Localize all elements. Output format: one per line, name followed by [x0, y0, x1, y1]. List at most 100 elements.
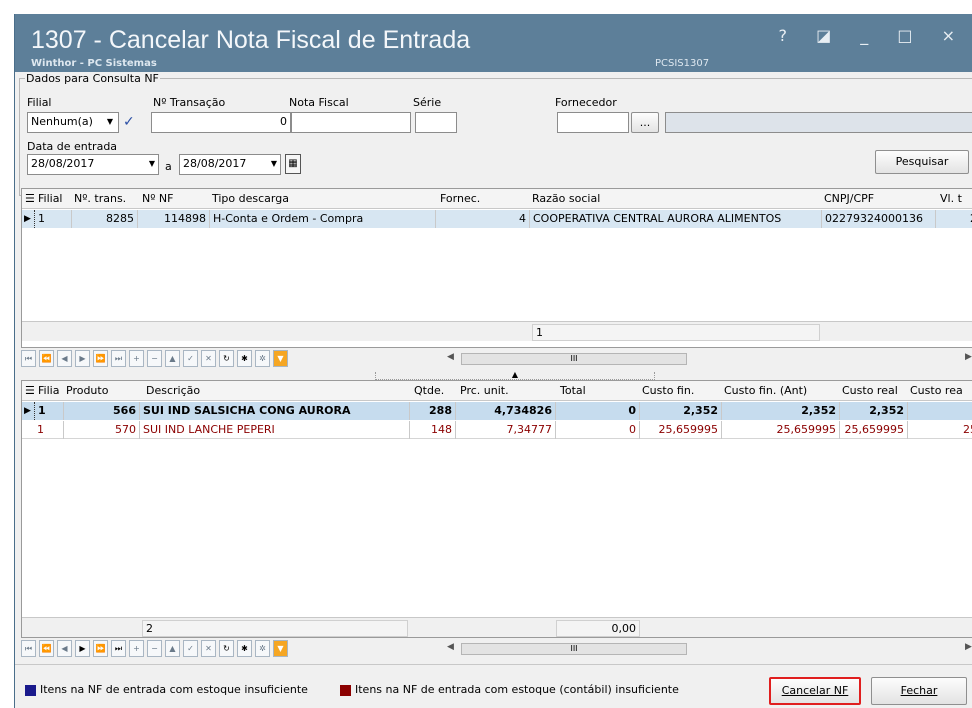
fornecedor-browse-button[interactable]: ...	[631, 112, 659, 133]
col-num-trans[interactable]: Nº. trans.	[74, 192, 126, 205]
col-filial[interactable]: Filial	[38, 192, 63, 205]
remove-icon[interactable]: −	[147, 350, 162, 367]
col-razao-social[interactable]: Razão social	[532, 192, 600, 205]
refresh-icon[interactable]: ↻	[219, 350, 234, 367]
column-chooser-icon[interactable]: ☰	[25, 192, 35, 205]
cell-custo-real[interactable]: 25,659995	[840, 421, 908, 439]
col-tipo-descarga[interactable]: Tipo descarga	[212, 192, 289, 205]
window-controls[interactable]: ? ◪ _ □ ×	[779, 26, 967, 45]
cell-custo-fin[interactable]: 2,352	[640, 402, 722, 420]
cell-prc-unit[interactable]: 7,34777	[456, 421, 556, 439]
cell-custo-real-2[interactable]: 25	[908, 421, 972, 439]
col-custo-fin-ant[interactable]: Custo fin. (Ant)	[724, 384, 807, 397]
cell-produto[interactable]: 566	[64, 402, 140, 420]
cell-total[interactable]: 0	[556, 421, 640, 439]
last-record-icon[interactable]: ⏭	[111, 350, 126, 367]
col-num-nf[interactable]: Nº NF	[142, 192, 173, 205]
cell-prc-unit[interactable]: 4,734826	[456, 402, 556, 420]
first-record-icon[interactable]: ⏮	[21, 350, 36, 367]
serie-input[interactable]	[415, 112, 457, 133]
table-row[interactable]: 1 570 SUI IND LANCHE PEPERI 148 7,34777 …	[22, 421, 972, 439]
cell-custo-fin-ant[interactable]: 2,352	[722, 402, 840, 420]
cell-custo-fin-ant[interactable]: 25,659995	[722, 421, 840, 439]
last-record-icon[interactable]: ⏭	[111, 640, 126, 657]
cell-num-trans[interactable]: 8285	[72, 210, 138, 228]
check-icon[interactable]: ✓	[123, 114, 135, 130]
col-qtde[interactable]: Qtde.	[414, 384, 444, 397]
col-prc-unit[interactable]: Prc. unit.	[460, 384, 509, 397]
col-filial[interactable]: Filia	[38, 384, 59, 397]
cell-descricao[interactable]: SUI IND LANCHE PEPERI	[140, 421, 410, 439]
funnel-icon[interactable]: ▼	[273, 640, 288, 657]
cell-custo-real[interactable]: 2,352	[840, 402, 908, 420]
scroll-left-icon[interactable]: ◀	[447, 352, 454, 362]
scroll-left-icon[interactable]: ◀	[447, 642, 454, 652]
next-record-icon[interactable]: ▶	[75, 640, 90, 657]
col-cnpj[interactable]: CNPJ/CPF	[824, 192, 874, 205]
itens-hscroll[interactable]: ◀ III ▶	[447, 640, 972, 658]
column-chooser-icon[interactable]: ☰	[25, 384, 35, 397]
scroll-thumb[interactable]: III	[461, 643, 687, 655]
fornecedor-code-input[interactable]	[557, 112, 629, 133]
cell-qtde[interactable]: 148	[410, 421, 456, 439]
chevron-down-icon[interactable]: ▼	[103, 113, 117, 131]
col-total[interactable]: Total	[560, 384, 586, 397]
scroll-thumb[interactable]: III	[461, 353, 687, 365]
cell-tipo-descarga[interactable]: H-Conta e Ordem - Compra	[210, 210, 436, 228]
cell-total[interactable]: 0	[556, 402, 640, 420]
cell-valor[interactable]: 2	[936, 210, 972, 228]
funnel-icon[interactable]: ▼	[273, 350, 288, 367]
data-inicio-input[interactable]: 28/08/2017	[27, 154, 159, 175]
col-custo-fin[interactable]: Custo fin.	[642, 384, 694, 397]
cell-cnpj[interactable]: 02279324000136	[822, 210, 936, 228]
cell-descricao[interactable]: SUI IND SALSICHA CONG AURORA	[140, 402, 410, 420]
col-valor[interactable]: Vl. t	[940, 192, 962, 205]
col-custo-real[interactable]: Custo real	[842, 384, 898, 397]
cell-custo-real-2[interactable]	[908, 402, 972, 420]
col-descricao[interactable]: Descrição	[146, 384, 200, 397]
col-fornec[interactable]: Fornec.	[440, 192, 480, 205]
filter-icon[interactable]: ✱	[237, 350, 252, 367]
transacao-input[interactable]: 0	[151, 112, 291, 133]
clear-filter-icon[interactable]: ✲	[255, 350, 270, 367]
confirm-icon[interactable]: ✓	[183, 350, 198, 367]
next-page-icon[interactable]: ⏩	[93, 350, 108, 367]
calendar-icon[interactable]: ▦	[285, 154, 301, 174]
data-fim-input[interactable]: 28/08/2017	[179, 154, 281, 175]
next-record-icon[interactable]: ▶	[75, 350, 90, 367]
clear-filter-icon[interactable]: ✲	[255, 640, 270, 657]
prev-record-icon[interactable]: ◀	[57, 350, 72, 367]
notas-hscroll[interactable]: ◀ III ▶	[447, 350, 972, 368]
chevron-down-icon[interactable]: ▼	[145, 155, 159, 173]
cell-razao-social[interactable]: COOPERATIVA CENTRAL AURORA ALIMENTOS	[530, 210, 822, 228]
chevron-down-icon[interactable]: ▼	[267, 155, 281, 173]
refresh-icon[interactable]: ↻	[219, 640, 234, 657]
cancelar-nf-button[interactable]: Cancelar NF	[769, 677, 861, 705]
cell-filial[interactable]: 1	[34, 402, 64, 420]
next-page-icon[interactable]: ⏩	[93, 640, 108, 657]
col-produto[interactable]: Produto	[66, 384, 108, 397]
cell-num-nf[interactable]: 114898	[138, 210, 210, 228]
remove-icon[interactable]: −	[147, 640, 162, 657]
confirm-icon[interactable]: ✓	[183, 640, 198, 657]
fechar-button[interactable]: Fechar	[871, 677, 967, 705]
cell-fornec[interactable]: 4	[436, 210, 530, 228]
table-row[interactable]: ▶ 1 8285 114898 H-Conta e Ordem - Compra…	[22, 210, 972, 228]
prev-record-icon[interactable]: ◀	[57, 640, 72, 657]
prev-page-icon[interactable]: ⏪	[39, 640, 54, 657]
cell-produto[interactable]: 570	[64, 421, 140, 439]
cancel-icon[interactable]: ✕	[201, 640, 216, 657]
cancel-icon[interactable]: ✕	[201, 350, 216, 367]
first-record-icon[interactable]: ⏮	[21, 640, 36, 657]
scroll-right-icon[interactable]: ▶	[965, 642, 972, 652]
cell-filial[interactable]: 1	[34, 421, 64, 439]
cell-custo-fin[interactable]: 25,659995	[640, 421, 722, 439]
edit-icon[interactable]: ▲	[165, 350, 180, 367]
filter-icon[interactable]: ✱	[237, 640, 252, 657]
cell-qtde[interactable]: 288	[410, 402, 456, 420]
table-row[interactable]: ▶ 1 566 SUI IND SALSICHA CONG AURORA 288…	[22, 402, 972, 420]
pesquisar-button[interactable]: Pesquisar	[875, 150, 969, 174]
add-icon[interactable]: +	[129, 350, 144, 367]
cell-filial[interactable]: 1	[34, 210, 72, 228]
prev-page-icon[interactable]: ⏪	[39, 350, 54, 367]
